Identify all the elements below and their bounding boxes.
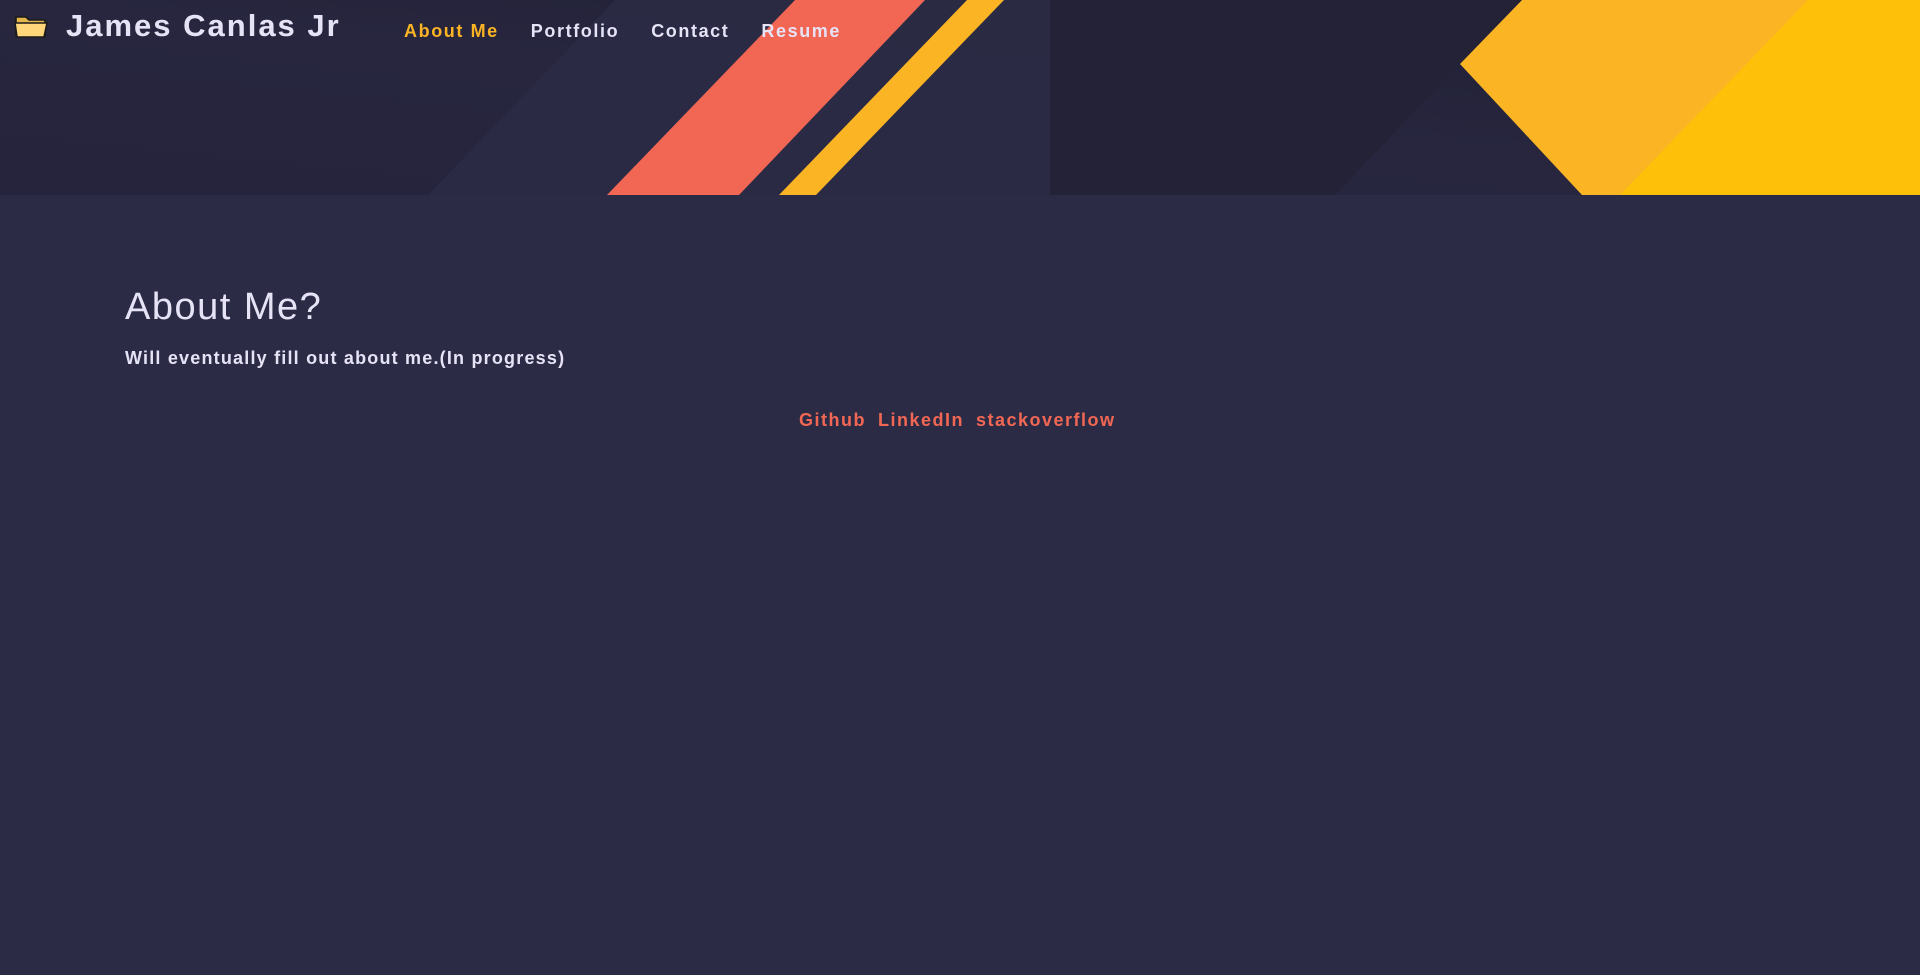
linkedin-link[interactable]: LinkedIn [878,410,964,431]
brand[interactable]: James Canlas Jr [14,6,341,46]
nav-link-about-me[interactable]: About Me [404,21,499,42]
about-section: About Me? Will eventually fill out about… [125,284,1795,370]
main-nav: About Me Portfolio Contact Resume [404,19,873,43]
nav-link-contact[interactable]: Contact [651,21,729,42]
site-header: James Canlas Jr About Me Portfolio Conta… [0,0,1920,195]
folder-icon [14,16,48,38]
about-text: Will eventually fill out about me.(In pr… [125,348,566,368]
github-link[interactable]: Github [799,410,866,431]
social-links: Github LinkedIn stackoverflow [799,408,1128,432]
nav-link-portfolio[interactable]: Portfolio [531,21,619,42]
stackoverflow-link[interactable]: stackoverflow [976,410,1116,431]
about-heading: About Me? [125,286,323,328]
page: James Canlas Jr About Me Portfolio Conta… [0,0,1920,975]
site-title: James Canlas Jr [66,8,341,43]
nav-link-resume[interactable]: Resume [761,21,841,42]
